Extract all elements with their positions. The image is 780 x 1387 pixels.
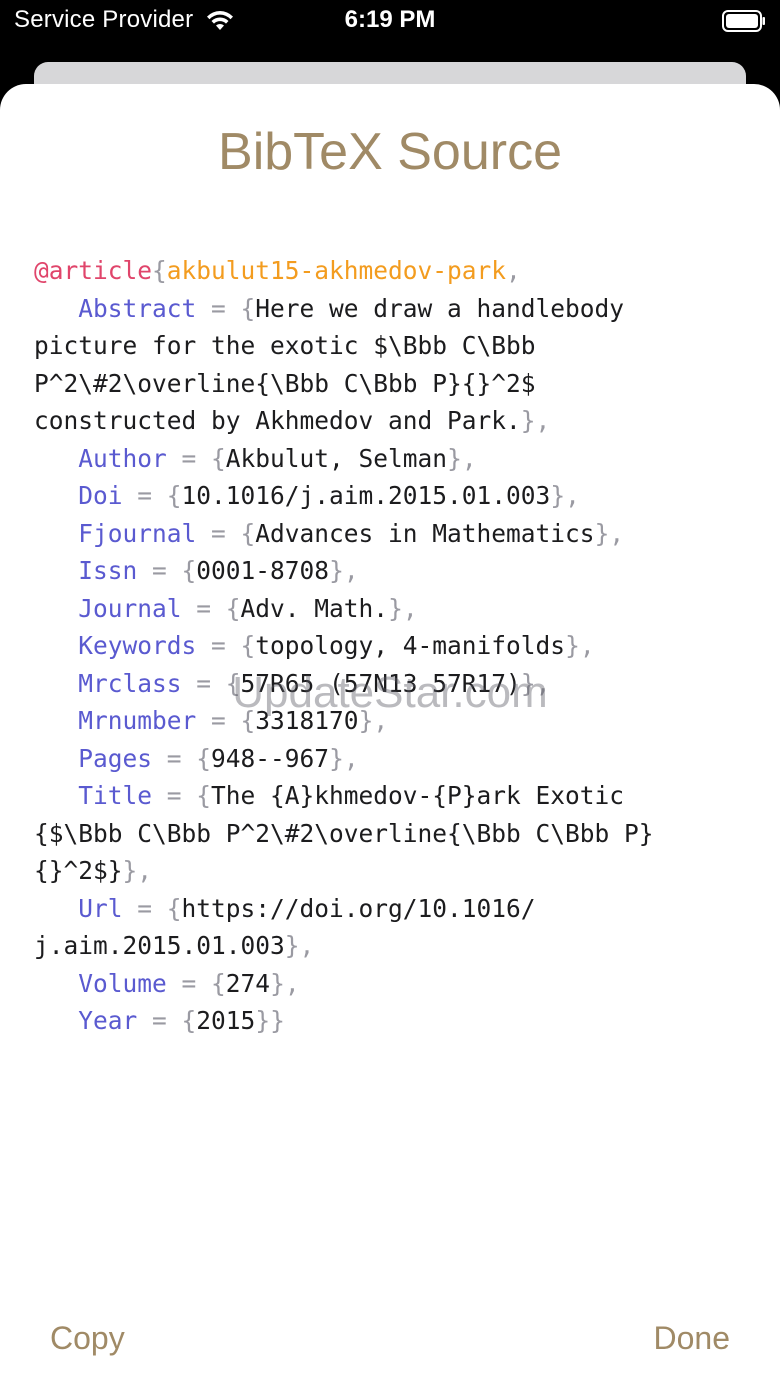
punct: = { — [122, 481, 182, 510]
field-name: Volume — [78, 968, 167, 998]
field-name: Journal — [78, 593, 182, 623]
punct: = { — [152, 781, 212, 810]
field-name: Mrnumber — [78, 706, 197, 735]
field-value: picture for the exotic $\Bbb C\Bbb — [34, 331, 536, 360]
field-value: Adv. Math. — [240, 593, 389, 623]
field-name: Year — [78, 1006, 138, 1035]
punct: }, — [329, 556, 359, 585]
punct: = { — [166, 968, 226, 998]
punct: }, — [520, 406, 551, 435]
punct: = { — [152, 743, 212, 773]
field-name: Author — [78, 443, 167, 473]
field-value: 948--967 — [211, 743, 330, 773]
punct: = { — [137, 556, 197, 585]
punct: = { — [196, 293, 256, 323]
field-name: Doi — [78, 481, 123, 510]
punct: = { — [196, 706, 256, 735]
citation-key: akbulut15-akhmedov-park — [166, 256, 507, 285]
punct: }, — [358, 706, 389, 735]
punct: }, — [447, 443, 477, 473]
punct: }} — [255, 1006, 285, 1035]
punct: }, — [550, 481, 580, 510]
field-value: Akbulut, Selman — [225, 443, 448, 473]
status-bar: Service Provider 6:19 PM — [0, 0, 780, 46]
punct: }, — [284, 931, 315, 960]
field-value: 10.1016/j.aim.2015.01.003 — [181, 481, 551, 510]
punct: = { — [137, 1006, 197, 1035]
status-time: 6:19 PM — [344, 6, 436, 33]
punct: { — [152, 256, 167, 285]
field-value: 2015 — [196, 1006, 256, 1035]
punct: }, — [270, 968, 300, 998]
field-name: Mrclass — [78, 668, 182, 698]
punct: = { — [181, 668, 241, 698]
field-name: Pages — [78, 743, 153, 773]
bibtex-source-text: @article{akbulut15-akhmedov-park, Abstra… — [34, 252, 746, 1040]
field-name: Url — [78, 893, 123, 923]
punct: }, — [122, 856, 153, 885]
field-value: 57R65 (57N13 57R17) — [240, 668, 521, 698]
battery-icon — [722, 10, 765, 32]
field-name: Abstract — [78, 293, 197, 323]
field-value: topology, 4-manifolds — [255, 631, 566, 660]
punct: , — [506, 256, 521, 285]
field-value: {$\Bbb C\Bbb P^2\#2\overline{\Bbb C\Bbb … — [34, 818, 654, 848]
field-value: The {A}khmedov-{P}ark Exotic — [211, 781, 625, 810]
field-value: 0001-8708 — [196, 556, 330, 585]
punct: = { — [181, 593, 241, 623]
punct: = { — [196, 518, 256, 548]
field-name: Keywords — [78, 631, 197, 660]
punct: }, — [594, 518, 625, 548]
punct: = { — [122, 893, 182, 923]
field-value: P^2\#2\overline{\Bbb C\Bbb P}{}^2$ — [34, 368, 536, 398]
entry-type: @article — [34, 256, 153, 285]
punct: = { — [196, 631, 256, 660]
punct: }, — [520, 668, 551, 698]
copy-button[interactable]: Copy — [50, 1320, 125, 1357]
field-value: {}^2$} — [34, 856, 123, 885]
punct: }, — [329, 743, 359, 773]
punct: }, — [388, 593, 418, 623]
field-name: Issn — [78, 556, 138, 585]
field-value: j.aim.2015.01.003 — [34, 931, 285, 960]
punct: }, — [565, 631, 595, 660]
field-value: constructed by Akhmedov and Park. — [34, 406, 521, 435]
field-name: Fjournal — [78, 518, 197, 548]
field-value: 3318170 — [255, 706, 359, 735]
bibtex-sheet: BibTeX Source @article{akbulut15-akhmedo… — [0, 84, 780, 1387]
sheet-title: BibTeX Source — [218, 123, 562, 181]
field-value: Here we draw a handlebody — [255, 293, 625, 323]
field-value: https://doi.org/10.1016/ — [181, 893, 536, 923]
field-value: 274 — [225, 968, 271, 998]
punct: = { — [166, 443, 226, 473]
done-button[interactable]: Done — [654, 1320, 731, 1357]
field-value: Advances in Mathematics — [255, 518, 595, 548]
field-name: Title — [78, 781, 153, 810]
